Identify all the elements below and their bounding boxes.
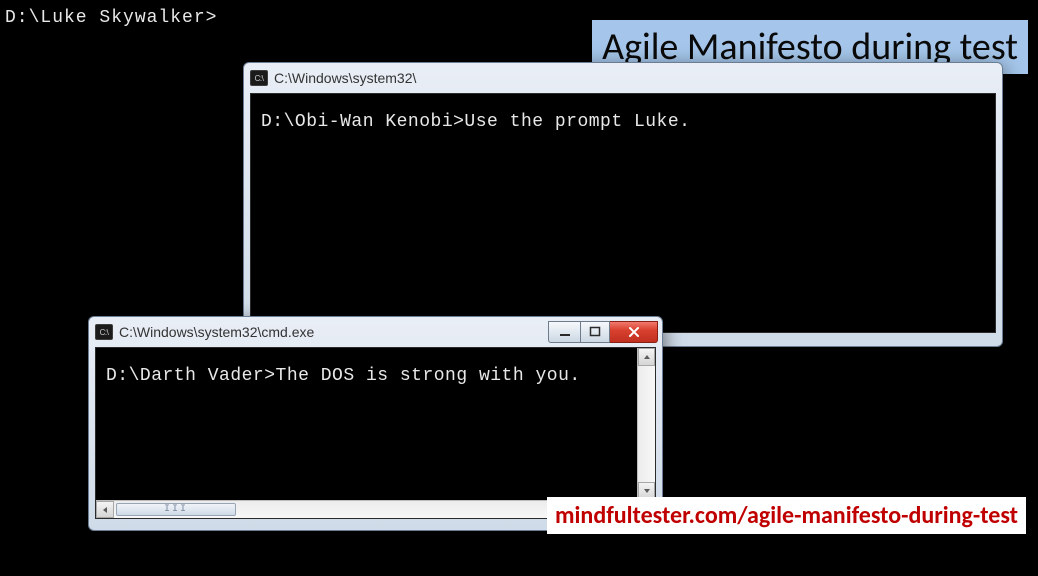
cmd-window-obiwan[interactable]: C:\ C:\Windows\system32\ D:\Obi-Wan Keno… [243, 62, 1003, 347]
titlebar[interactable]: C:\ C:\Windows\system32\cmd.exe [89, 317, 662, 347]
scroll-track[interactable] [638, 366, 655, 482]
scroll-thumb[interactable]: III [116, 503, 236, 516]
window-title: C:\Windows\system32\ [274, 70, 434, 86]
minimize-button[interactable] [548, 321, 580, 343]
scroll-track[interactable]: III [114, 501, 619, 518]
cmd-client-area[interactable]: D:\Obi-Wan Kenobi>Use the prompt Luke. [250, 93, 996, 333]
maximize-button[interactable] [580, 321, 610, 343]
scroll-left-button[interactable] [96, 501, 114, 518]
scroll-up-button[interactable] [638, 348, 655, 366]
minimize-icon [559, 326, 571, 338]
overlay-url: mindfultester.com/agile-manifesto-during… [547, 497, 1026, 534]
chevron-up-icon [643, 353, 651, 361]
close-icon [627, 326, 641, 338]
window-buttons [548, 321, 658, 343]
vertical-scrollbar[interactable] [637, 348, 655, 500]
cmd-app-icon: C:\ [95, 324, 113, 340]
chevron-left-icon [101, 506, 109, 514]
chevron-down-icon [643, 487, 651, 495]
titlebar[interactable]: C:\ C:\Windows\system32\ [244, 63, 1002, 93]
window-title: C:\Windows\system32\cmd.exe [119, 324, 548, 340]
close-button[interactable] [610, 321, 658, 343]
cmd-output-line: D:\Obi-Wan Kenobi>Use the prompt Luke. [261, 112, 985, 132]
cmd-client-area[interactable]: D:\Darth Vader>The DOS is strong with yo… [95, 347, 656, 519]
cmd-app-icon: C:\ [250, 70, 268, 86]
cmd-output-line: D:\Darth Vader>The DOS is strong with yo… [106, 366, 631, 386]
background-prompt: D:\Luke Skywalker> [5, 8, 217, 28]
maximize-icon [589, 326, 601, 338]
